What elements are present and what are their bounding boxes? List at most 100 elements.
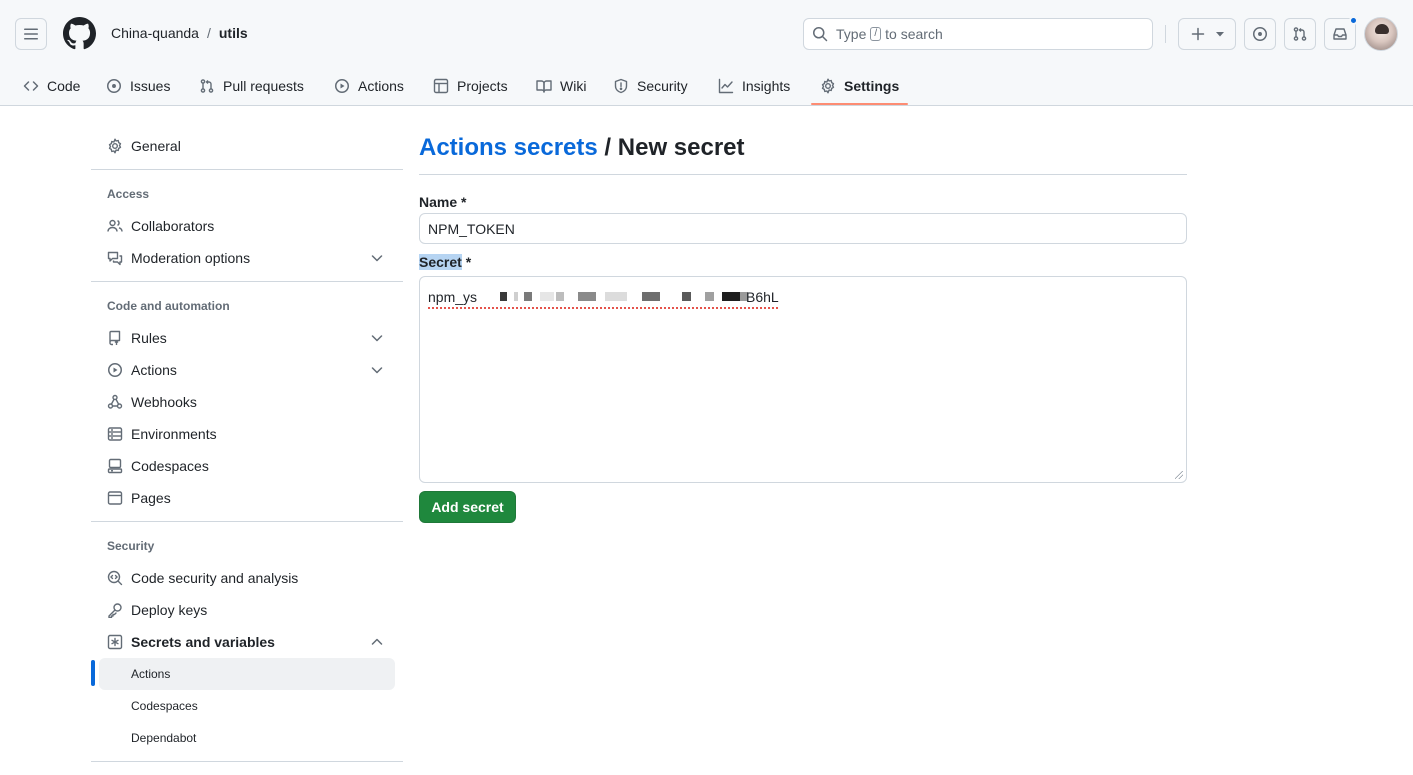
sidebar-item-label: Moderation options <box>131 250 251 266</box>
tab-code[interactable]: Code <box>23 66 80 106</box>
required-mark: * <box>461 194 467 210</box>
sidebar-item-code-security[interactable]: Code security and analysis <box>99 562 395 594</box>
actions-secrets-link[interactable]: Actions secrets <box>419 134 598 161</box>
redacted-block <box>722 292 740 301</box>
repo-header: China-quanda / utils Type / to search Co… <box>0 0 1413 106</box>
comment-discussion-icon <box>107 250 123 266</box>
sidebar-heading-code-automation: Code and automation <box>107 299 230 313</box>
sidebar-divider <box>91 521 403 522</box>
sidebar-item-label: Code security and analysis <box>131 570 299 586</box>
chevron-up-icon <box>369 634 385 650</box>
sidebar-heading-access: Access <box>107 187 150 201</box>
redacted-block <box>682 292 691 301</box>
git-pull-request-icon <box>1292 26 1308 42</box>
sidebar-subitem-dependabot[interactable]: Dependabot <box>99 722 395 754</box>
textarea-resize-handle[interactable] <box>1175 471 1183 479</box>
search-icon <box>812 26 828 42</box>
tab-label: Issues <box>130 78 171 94</box>
code-icon <box>23 78 39 94</box>
inbox-icon <box>1332 26 1348 42</box>
sidebar-item-collaborators[interactable]: Collaborators <box>99 210 395 242</box>
name-label: Name * <box>419 194 466 210</box>
menu-button[interactable] <box>15 18 47 50</box>
hamburger-icon <box>23 26 39 42</box>
tab-issues[interactable]: Issues <box>106 66 170 106</box>
search-shortcut-key: / <box>870 27 882 41</box>
redacted-block <box>578 292 596 301</box>
breadcrumb: China-quanda / utils <box>111 25 248 41</box>
redacted-block <box>642 292 660 301</box>
redacted-block <box>556 292 564 301</box>
sidebar-item-label: General <box>131 138 181 154</box>
secret-name-input[interactable]: NPM_TOKEN <box>419 213 1187 244</box>
secret-name-value: NPM_TOKEN <box>428 220 515 237</box>
repo-push-icon <box>107 330 123 346</box>
tab-pull-requests[interactable]: Pull requests <box>199 66 304 106</box>
chevron-down-icon <box>369 250 385 266</box>
required-mark: * <box>465 254 472 270</box>
redacted-block <box>540 292 554 301</box>
tab-label: Wiki <box>560 78 587 94</box>
sidebar-item-label: Deploy keys <box>131 602 208 618</box>
key-asterisk-icon <box>107 634 123 650</box>
tab-security[interactable]: Security <box>613 66 688 106</box>
chevron-down-icon <box>369 330 385 346</box>
triangle-down-icon <box>1216 30 1224 38</box>
title-divider <box>419 174 1187 175</box>
notifications-button[interactable] <box>1324 16 1358 50</box>
tab-projects[interactable]: Projects <box>433 66 508 106</box>
sidebar-item-label: Rules <box>131 330 167 346</box>
pull-requests-shortcut-button[interactable] <box>1284 18 1316 50</box>
search-input[interactable]: Type / to search <box>803 18 1153 50</box>
sidebar-item-general[interactable]: General <box>99 130 395 162</box>
table-icon <box>433 78 449 94</box>
tab-wiki[interactable]: Wiki <box>536 66 586 106</box>
sidebar-item-secrets-and-variables[interactable]: Secrets and variables <box>99 626 395 658</box>
sidebar-item-label: Codespaces <box>131 458 209 474</box>
tab-insights[interactable]: Insights <box>718 66 790 106</box>
graph-icon <box>718 78 734 94</box>
sidebar-item-moderation-options[interactable]: Moderation options <box>99 242 395 274</box>
sidebar-subitem-codespaces[interactable]: Codespaces <box>99 690 395 722</box>
key-icon <box>107 602 123 618</box>
issues-shortcut-button[interactable] <box>1244 18 1276 50</box>
top-bar: China-quanda / utils Type / to search <box>0 0 1413 66</box>
sidebar-item-label: Actions <box>131 362 177 378</box>
secret-value-textarea[interactable]: npm_ys B6hL <box>419 276 1187 483</box>
sidebar-item-environments[interactable]: Environments <box>99 418 395 450</box>
book-icon <box>536 78 552 94</box>
sidebar-item-actions[interactable]: Actions <box>99 354 395 386</box>
sidebar-item-label: Webhooks <box>131 394 197 410</box>
sidebar-item-codespaces[interactable]: Codespaces <box>99 450 395 482</box>
redacted-block <box>500 292 507 301</box>
sidebar-item-webhooks[interactable]: Webhooks <box>99 386 395 418</box>
search-placeholder-suffix: to search <box>885 26 943 42</box>
user-avatar[interactable] <box>1364 17 1398 51</box>
tab-settings[interactable]: Settings <box>820 66 899 106</box>
chevron-down-icon <box>369 362 385 378</box>
tab-label: Pull requests <box>223 78 304 94</box>
tab-label: Code <box>47 78 81 94</box>
search-placeholder-prefix: Type <box>836 26 867 42</box>
repo-owner-link[interactable]: China-quanda <box>111 25 199 41</box>
codescan-icon <box>107 570 123 586</box>
redacted-block <box>524 292 532 301</box>
redacted-block <box>705 292 714 301</box>
tab-actions[interactable]: Actions <box>334 66 404 106</box>
create-new-button[interactable] <box>1178 18 1236 50</box>
browser-icon <box>107 490 123 506</box>
github-logo-icon[interactable] <box>63 17 96 50</box>
sidebar-subitem-actions[interactable]: Actions <box>99 658 395 690</box>
tab-label: Insights <box>742 78 791 94</box>
sidebar-item-rules[interactable]: Rules <box>99 322 395 354</box>
sidebar-item-pages[interactable]: Pages <box>99 482 395 514</box>
plus-icon <box>1190 26 1206 42</box>
git-pull-request-icon <box>199 78 215 94</box>
sidebar-item-deploy-keys[interactable]: Deploy keys <box>99 594 395 626</box>
gear-icon <box>107 138 123 154</box>
play-icon <box>107 362 123 378</box>
add-secret-button[interactable]: Add secret <box>419 491 516 523</box>
repo-name-link[interactable]: utils <box>219 25 248 41</box>
issue-opened-icon <box>1252 26 1268 42</box>
secret-value-prefix: npm_ys <box>428 289 478 305</box>
